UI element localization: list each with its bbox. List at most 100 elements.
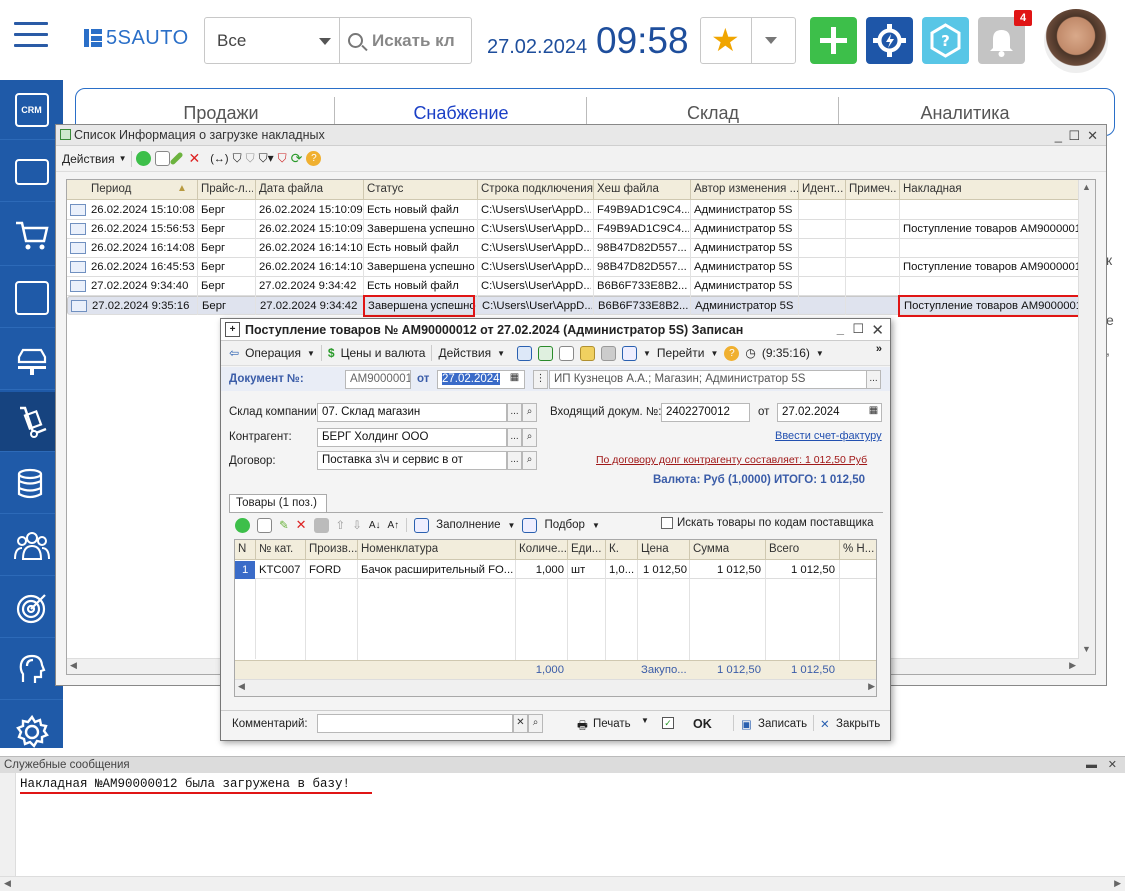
- pick-menu[interactable]: Подбор: [544, 519, 585, 531]
- select-button[interactable]: ...: [507, 403, 522, 422]
- fill-menu[interactable]: Заполнение: [436, 519, 500, 531]
- sidebar-item-sales[interactable]: [0, 206, 63, 266]
- sort-asc-icon[interactable]: A↓: [369, 520, 381, 531]
- scroll-left-icon[interactable]: ◀: [238, 681, 245, 692]
- close-icon[interactable]: ✕: [1087, 128, 1098, 144]
- scroll-left-icon[interactable]: ◀: [70, 660, 77, 671]
- column-header[interactable]: Автор изменения ...: [694, 183, 798, 195]
- table-row[interactable]: 26.02.2024 16:14:08 Берг 26.02.2024 16:1…: [67, 239, 1080, 258]
- scope-select[interactable]: Все: [204, 17, 340, 64]
- tab-goods[interactable]: Товары (1 поз.): [229, 494, 327, 513]
- minimize-icon[interactable]: _: [1055, 128, 1062, 143]
- open-search-icon[interactable]: ⌕: [522, 403, 537, 422]
- sidebar-item-finance[interactable]: [0, 454, 63, 514]
- clear-icon[interactable]: ✕: [513, 714, 528, 733]
- print-button[interactable]: Печать: [593, 718, 631, 730]
- chevron-down-icon[interactable]: ▼: [497, 349, 505, 358]
- clear-filter-icon[interactable]: ⛉: [278, 151, 287, 166]
- chevron-down-icon[interactable]: ▼: [710, 349, 718, 358]
- column-header[interactable]: Номенклатура: [361, 543, 438, 555]
- table-row[interactable]: 26.02.2024 16:45:53 Берг 26.02.2024 16:1…: [67, 258, 1080, 277]
- sidebar-item-supply[interactable]: [0, 392, 63, 452]
- column-header[interactable]: Всего: [769, 543, 799, 555]
- contractor-field[interactable]: БЕРГ Холдинг ООО: [317, 428, 507, 447]
- help-icon[interactable]: ?: [306, 151, 322, 166]
- chevron-down-icon[interactable]: [765, 37, 777, 44]
- toolbar-overflow-icon[interactable]: »: [876, 343, 882, 355]
- column-header[interactable]: № кат.: [259, 543, 293, 555]
- sidebar-item-support[interactable]: [0, 640, 63, 700]
- org-info-icon[interactable]: ⋮: [533, 370, 548, 389]
- column-header[interactable]: Количе...: [519, 543, 567, 555]
- horizontal-scrollbar[interactable]: ◀ ▶: [235, 679, 876, 696]
- prices-currency-button[interactable]: Цены и валюта: [341, 346, 426, 360]
- filter-list-icon[interactable]: ⛉▾: [259, 151, 274, 166]
- doc-number-field[interactable]: АМ90000012: [345, 370, 411, 389]
- column-header[interactable]: Период: [91, 183, 191, 195]
- favorites-button[interactable]: ★: [700, 17, 796, 64]
- sidebar-item-settings[interactable]: [0, 702, 63, 762]
- contract-field[interactable]: Поставка з\ч и сервис в от: [317, 451, 507, 470]
- report-icon[interactable]: [600, 345, 616, 361]
- minimize-icon[interactable]: _: [837, 321, 844, 336]
- copy-document-icon[interactable]: [558, 345, 574, 361]
- delete-icon[interactable]: ✕: [296, 517, 307, 533]
- search-supplier-codes-checkbox[interactable]: [661, 517, 673, 529]
- help-button[interactable]: ?: [922, 17, 969, 64]
- maximize-icon[interactable]: ☐: [1068, 128, 1080, 144]
- tab-supply[interactable]: Снабжение: [336, 103, 586, 124]
- chevron-down-icon[interactable]: ▼: [592, 521, 600, 530]
- print-preview-icon[interactable]: [621, 345, 637, 361]
- close-icon[interactable]: ✕: [871, 321, 884, 339]
- maximize-icon[interactable]: ☐: [852, 321, 864, 337]
- end-edit-icon[interactable]: [313, 517, 329, 533]
- search-input[interactable]: Искать кл: [340, 17, 472, 64]
- tab-sales[interactable]: Продажи: [106, 103, 336, 124]
- close-button[interactable]: Закрыть: [836, 718, 880, 730]
- move-down-icon[interactable]: ⇩: [352, 518, 362, 532]
- sidebar-item-service[interactable]: [0, 330, 63, 390]
- actions-menu[interactable]: Действия: [62, 152, 115, 166]
- chevron-down-icon[interactable]: ▼: [643, 349, 651, 358]
- calendar-icon[interactable]: ▦: [866, 403, 881, 422]
- sort-asc-icon[interactable]: ▲: [177, 183, 187, 194]
- column-header[interactable]: Произв...: [309, 543, 357, 555]
- filter-icon[interactable]: ⛉: [233, 151, 242, 166]
- save-button[interactable]: Записать: [758, 718, 807, 730]
- chevron-down-icon[interactable]: ▼: [816, 349, 824, 358]
- sidebar-item-contacts[interactable]: [0, 142, 63, 202]
- table-row[interactable]: 26.02.2024 15:56:53 Берг 26.02.2024 15:1…: [67, 220, 1080, 239]
- goto-menu[interactable]: Перейти: [657, 346, 705, 360]
- horizontal-scrollbar[interactable]: ◀ ▶: [0, 876, 1125, 891]
- edit-pencil-icon[interactable]: [168, 151, 184, 166]
- chevron-down-icon[interactable]: ▼: [119, 154, 127, 163]
- delete-icon[interactable]: ✕: [189, 150, 201, 167]
- tab-analytics[interactable]: Аналитика: [840, 103, 1090, 124]
- scroll-right-icon[interactable]: ▶: [868, 681, 875, 692]
- copy-icon[interactable]: [154, 151, 170, 166]
- post-document-icon[interactable]: [516, 345, 532, 361]
- select-button[interactable]: ...: [507, 451, 522, 470]
- calendar-icon[interactable]: ▦: [507, 370, 522, 389]
- move-up-icon[interactable]: ⇧: [336, 518, 346, 532]
- chevron-down-icon[interactable]: ▼: [641, 716, 649, 725]
- comment-field[interactable]: [317, 714, 513, 733]
- scroll-up-icon[interactable]: ▲: [1082, 182, 1091, 192]
- tab-warehouse[interactable]: Склад: [588, 103, 838, 124]
- column-header[interactable]: Сумма: [693, 543, 729, 555]
- minimize-icon[interactable]: ▬: [1086, 757, 1097, 773]
- actions-menu[interactable]: Действия: [438, 346, 491, 360]
- column-header[interactable]: Накладная: [903, 183, 1073, 195]
- sidebar-item-team[interactable]: [0, 516, 63, 576]
- ok-button[interactable]: OK: [693, 717, 712, 731]
- warehouse-field[interactable]: 07. Склад магазин: [317, 403, 507, 422]
- goods-row[interactable]: 1 KTC007 FORD Бачок расширительный FO...…: [235, 561, 876, 579]
- sidebar-item-targets[interactable]: [0, 578, 63, 638]
- sidebar-item-calendar[interactable]: [0, 268, 63, 328]
- structure-icon[interactable]: [579, 345, 595, 361]
- column-header[interactable]: Цена: [641, 543, 669, 555]
- open-search-icon[interactable]: ⌕: [522, 451, 537, 470]
- column-header[interactable]: Примеч...: [849, 183, 897, 195]
- column-header[interactable]: Прайс-л...: [201, 183, 253, 195]
- post-and-close-icon[interactable]: [537, 345, 553, 361]
